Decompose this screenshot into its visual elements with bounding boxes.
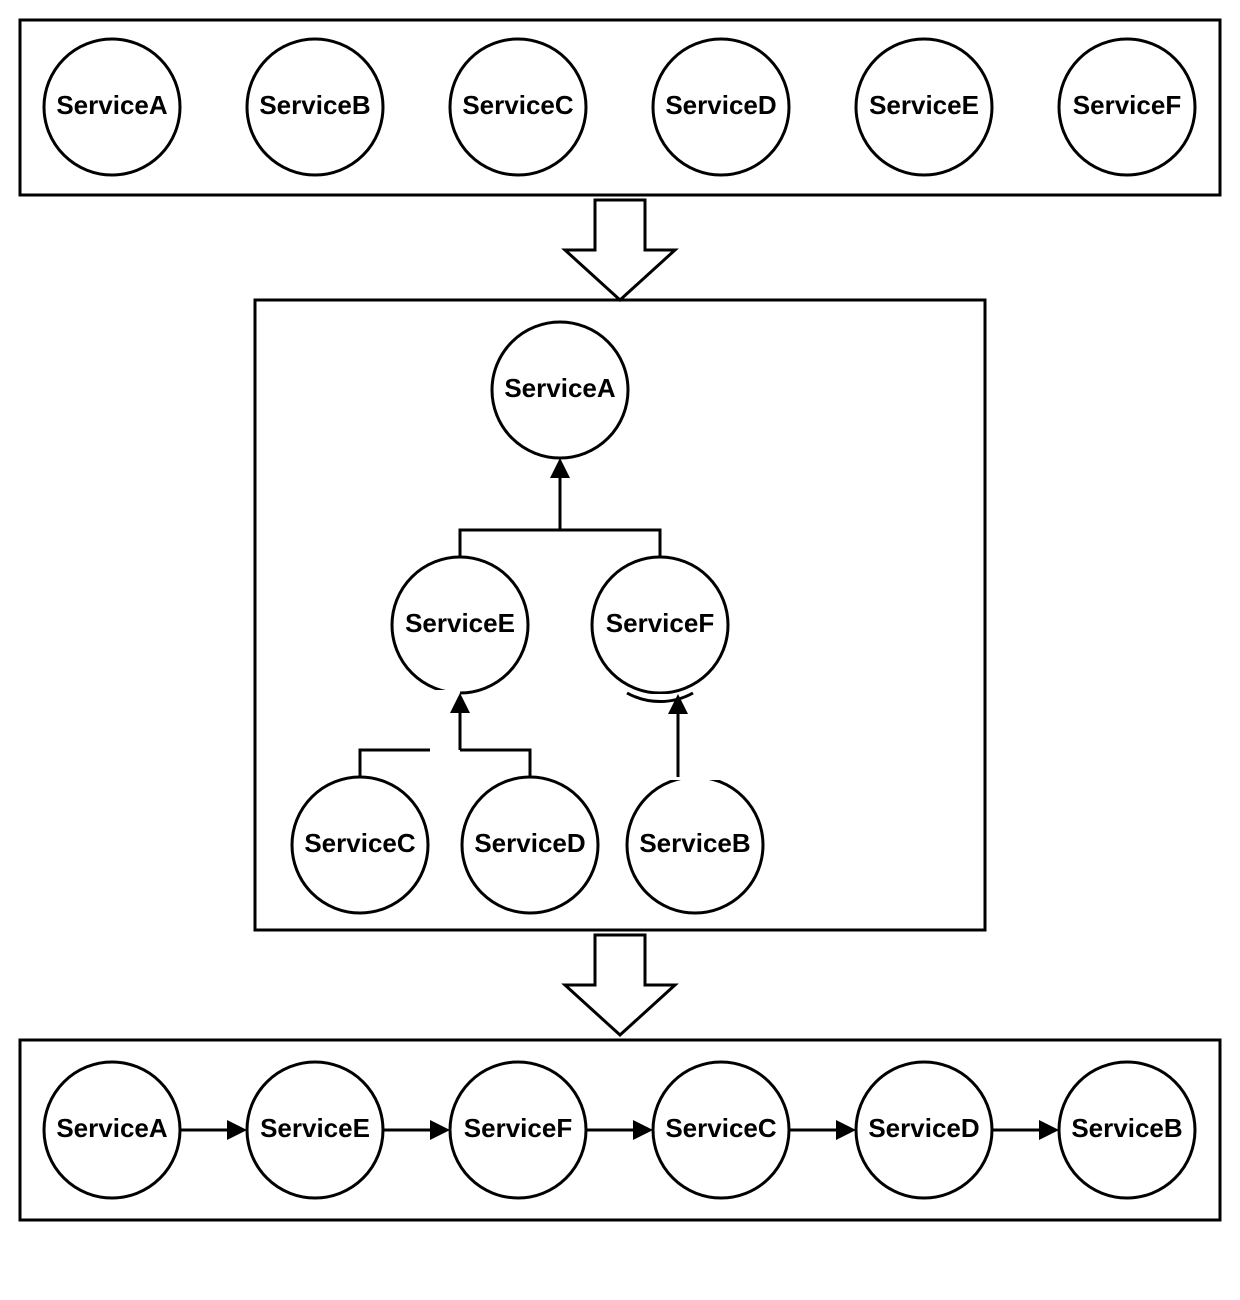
svg-text:ServiceA: ServiceA bbox=[56, 90, 168, 120]
svg-text:ServiceB: ServiceB bbox=[259, 90, 370, 120]
svg-text:ServiceD: ServiceD bbox=[474, 828, 585, 858]
seq-arrow-4-5 bbox=[992, 1120, 1059, 1140]
svg-text:ServiceF: ServiceF bbox=[464, 1113, 572, 1143]
tree-root-serviceA: ServiceA bbox=[492, 322, 628, 458]
diagram-canvas: ServiceA ServiceB ServiceC ServiceD Serv… bbox=[0, 0, 1240, 1300]
node-serviceB: ServiceB bbox=[247, 39, 383, 175]
seq-node-1: ServiceE bbox=[247, 1062, 383, 1198]
svg-text:ServiceD: ServiceD bbox=[665, 90, 776, 120]
tree-node-serviceD: ServiceD bbox=[462, 777, 598, 913]
tree-node-serviceB: ServiceB bbox=[627, 777, 763, 913]
tree-node-serviceF: ServiceF bbox=[592, 557, 728, 693]
seq-arrow-2-3 bbox=[586, 1120, 653, 1140]
node-serviceC: ServiceC bbox=[450, 39, 586, 175]
node-serviceA: ServiceA bbox=[44, 39, 180, 175]
node-serviceD: ServiceD bbox=[653, 39, 789, 175]
svg-text:ServiceF: ServiceF bbox=[606, 608, 714, 638]
svg-text:ServiceC: ServiceC bbox=[665, 1113, 777, 1143]
tree-node-serviceE: ServiceE bbox=[392, 557, 528, 693]
seq-node-0: ServiceA bbox=[44, 1062, 180, 1198]
seq-node-5: ServiceB bbox=[1059, 1062, 1195, 1198]
tree-edge-EF-to-A bbox=[460, 458, 660, 557]
box1-nodes: ServiceA ServiceB ServiceC ServiceD Serv… bbox=[44, 39, 1195, 175]
svg-text:ServiceC: ServiceC bbox=[462, 90, 574, 120]
node-serviceF: ServiceF bbox=[1059, 39, 1195, 175]
svg-text:ServiceD: ServiceD bbox=[868, 1113, 979, 1143]
svg-text:ServiceA: ServiceA bbox=[504, 373, 616, 403]
seq-node-2: ServiceF bbox=[450, 1062, 586, 1198]
node-serviceE: ServiceE bbox=[856, 39, 992, 175]
box-unordered bbox=[20, 20, 1220, 195]
svg-text:ServiceE: ServiceE bbox=[405, 608, 515, 638]
arrow-stage2-to-stage3 bbox=[565, 935, 675, 1035]
svg-text:ServiceE: ServiceE bbox=[260, 1113, 370, 1143]
svg-text:ServiceB: ServiceB bbox=[639, 828, 750, 858]
svg-text:ServiceB: ServiceB bbox=[1071, 1113, 1182, 1143]
seq-node-4: ServiceD bbox=[856, 1062, 992, 1198]
seq-arrow-3-4 bbox=[789, 1120, 856, 1140]
tree-node-serviceC: ServiceC bbox=[292, 777, 428, 913]
svg-text:ServiceE: ServiceE bbox=[869, 90, 979, 120]
tree-edge-CD-to-E-fix bbox=[430, 690, 470, 755]
seq-arrow-1-2 bbox=[383, 1120, 450, 1140]
seq-arrow-0-1 bbox=[180, 1120, 247, 1140]
seq-node-3: ServiceC bbox=[653, 1062, 789, 1198]
svg-text:ServiceC: ServiceC bbox=[304, 828, 416, 858]
arrow-stage1-to-stage2 bbox=[565, 200, 675, 300]
svg-text:ServiceA: ServiceA bbox=[56, 1113, 168, 1143]
svg-text:ServiceF: ServiceF bbox=[1073, 90, 1181, 120]
